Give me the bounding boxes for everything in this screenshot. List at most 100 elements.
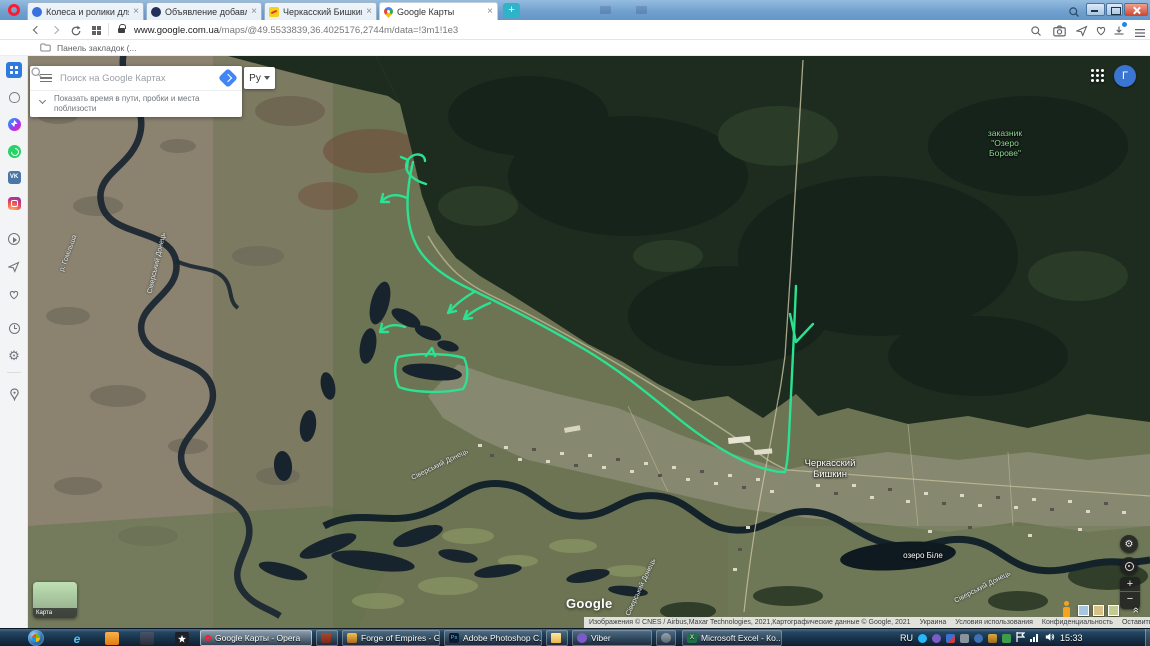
feedback-link[interactable]: Оставить отзыв (1122, 619, 1150, 626)
folder-icon (40, 39, 51, 57)
tab-obyavlenie[interactable]: Объявление добавляетс × (146, 2, 262, 20)
tab-close-icon[interactable]: × (487, 7, 493, 17)
bookmarks-heart-icon[interactable] (6, 287, 22, 303)
taskbar-viber-button[interactable]: Viber (572, 630, 652, 646)
taskbar-button-label: Forge of Empires - G... (361, 633, 440, 643)
taskbar-photoshop-button[interactable]: Ps Adobe Photoshop C... (444, 630, 542, 646)
google-watermark: Google (566, 596, 613, 611)
tab-close-icon[interactable]: × (251, 7, 257, 17)
url-text[interactable]: www.google.com.ua/maps/@49.5533839,36.40… (134, 25, 458, 36)
start-button[interactable] (28, 630, 44, 646)
google-apps-grid-icon[interactable] (1091, 69, 1105, 83)
excel-icon: X (687, 633, 697, 643)
layer-thumbnail[interactable] (1093, 605, 1104, 616)
pinned-app-icon[interactable] (105, 632, 119, 645)
show-desktop-button[interactable] (1145, 629, 1150, 646)
bookmarks-folder-label[interactable]: Панель закладок (... (57, 43, 137, 53)
zoom-in-button[interactable]: + (1120, 577, 1140, 592)
vk-icon[interactable]: VK (6, 169, 22, 185)
tab-bishkin[interactable]: Черкасский Бишкин, Сев × (264, 2, 377, 20)
new-tab-button[interactable]: + (503, 3, 520, 18)
address-bar: www.google.com.ua/maps/@49.5533839,36.40… (0, 20, 1150, 40)
caret-down-icon (264, 76, 270, 80)
tray-viber-icon[interactable] (932, 634, 941, 643)
region-link[interactable]: Украина (920, 619, 947, 626)
player-icon[interactable] (6, 231, 22, 247)
map-type-toggle[interactable]: Карта (33, 582, 77, 618)
my-flow-sidebar-icon[interactable] (6, 259, 22, 275)
photoshop-icon: Ps (449, 633, 459, 643)
browser-titlebar: Колеса и ролики для тел × Объявление доб… (0, 0, 1150, 20)
tab-label: Черкасский Бишкин, Сев (283, 7, 362, 17)
pinned-app-star-icon[interactable] (175, 632, 189, 645)
opera-logo-icon[interactable] (8, 4, 20, 16)
tab-label: Колеса и ролики для тел (46, 7, 129, 17)
instagram-icon[interactable] (6, 195, 22, 211)
tray-skype-icon[interactable] (918, 634, 927, 643)
taskbar-forge-button[interactable]: Forge of Empires - G... (342, 630, 440, 646)
taskbar-folder-button[interactable] (546, 630, 568, 646)
windows-taskbar: e Google Карты - Opera Forge of Empires … (0, 628, 1150, 646)
layer-thumbnail[interactable] (1078, 605, 1089, 616)
tray-display-icon[interactable] (946, 634, 955, 643)
map-canvas[interactable]: заказник "Озеро Борове" Черкасский Бишки… (28, 56, 1150, 628)
pegman-icon[interactable] (1060, 601, 1072, 617)
tab-label: Объявление добавляетс (165, 7, 247, 17)
settings-gear-icon[interactable] (6, 348, 22, 364)
window-maximize-button[interactable] (1106, 3, 1123, 16)
forward-button[interactable] (51, 26, 59, 34)
tab-close-icon[interactable]: × (366, 7, 372, 17)
tray-action-center-flag-icon[interactable] (1016, 629, 1025, 646)
clock[interactable]: 15:33 (1060, 633, 1083, 643)
messenger-icon[interactable] (6, 116, 22, 132)
lock-icon[interactable] (118, 28, 125, 33)
tray-network-icon[interactable] (1030, 629, 1040, 646)
opera-sidebar: VK (0, 56, 28, 628)
keyboard-language-indicator[interactable]: RU (900, 633, 913, 643)
taskbar-app-button[interactable] (656, 630, 676, 646)
tray-app-icon[interactable] (960, 634, 969, 643)
tray-app-icon[interactable] (974, 634, 983, 643)
maps-search-panel: Показать время в пути, пробки и места по… (30, 66, 242, 117)
taskbar-opera-button[interactable]: Google Карты - Opera (200, 630, 312, 646)
google-maps-pin-icon (382, 5, 395, 18)
account-avatar[interactable]: Г (1114, 65, 1136, 87)
tray-app-icon[interactable] (1002, 634, 1011, 643)
taskbar-excel-button[interactable]: X Microsoft Excel - Ко... (682, 630, 782, 646)
tab-favicon-icon (269, 7, 279, 17)
url-host: www.google.com.ua (134, 25, 219, 36)
tray-volume-icon[interactable] (1045, 629, 1055, 646)
taskbar-app-button[interactable] (316, 630, 338, 646)
window-close-button[interactable] (1124, 3, 1148, 16)
pinboard-pin-icon[interactable] (6, 386, 22, 402)
speed-dial-icon[interactable] (92, 26, 101, 35)
layer-thumbnail[interactable] (1108, 605, 1119, 616)
tab-google-maps-active[interactable]: Google Карты × (379, 2, 498, 20)
terms-link[interactable]: Условия использования (955, 619, 1033, 626)
whatsapp-icon[interactable] (6, 143, 22, 159)
tab-label: Google Карты (397, 7, 483, 17)
input-language-button[interactable]: Ру (244, 67, 275, 89)
tab-kolesa[interactable]: Колеса и ролики для тел × (27, 2, 144, 20)
extension-icon[interactable] (636, 6, 647, 14)
my-location-button[interactable] (1120, 557, 1138, 575)
extension-icon[interactable] (600, 6, 611, 14)
map-compass-button[interactable]: ⚙ (1120, 535, 1138, 553)
download-badge (1122, 22, 1127, 27)
pinned-app-icon[interactable] (140, 632, 154, 645)
collapse-controls-icon[interactable]: » (1129, 603, 1143, 617)
privacy-link[interactable]: Конфиденциальность (1042, 619, 1113, 626)
search-input[interactable] (60, 73, 215, 84)
tab-close-icon[interactable]: × (133, 7, 139, 17)
history-icon[interactable] (6, 320, 22, 336)
internet-explorer-icon[interactable]: e (70, 632, 84, 645)
directions-button[interactable] (218, 68, 238, 88)
travel-info-toggle[interactable]: Показать время в пути, пробки и места по… (30, 90, 242, 117)
speed-dial-icon (10, 66, 18, 74)
tray-app-icon[interactable] (988, 634, 997, 643)
window-minimize-button[interactable] (1086, 3, 1105, 16)
news-icon[interactable] (6, 89, 22, 105)
url-path: /maps/@49.5533839,36.4025176,2744m/data=… (219, 25, 458, 36)
back-button[interactable] (33, 26, 41, 34)
speed-dial-button[interactable] (6, 62, 22, 78)
